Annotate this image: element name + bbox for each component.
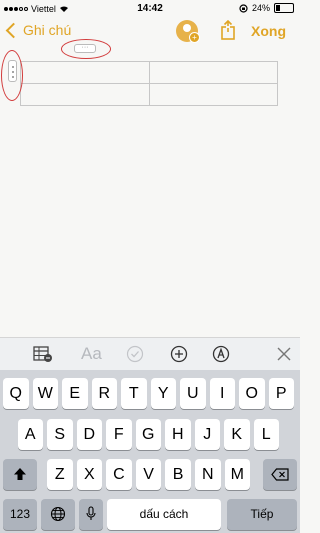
markup-icon[interactable] xyxy=(212,345,230,363)
key-b[interactable]: B xyxy=(165,459,191,490)
space-key[interactable]: dấu cách xyxy=(107,499,221,530)
key-a[interactable]: A xyxy=(17,419,43,450)
shift-key[interactable] xyxy=(3,459,37,490)
key-t[interactable]: T xyxy=(121,378,147,409)
globe-key[interactable] xyxy=(41,499,75,530)
text-format-button[interactable]: Aa xyxy=(81,344,102,364)
key-h[interactable]: H xyxy=(165,419,191,450)
key-s[interactable]: S xyxy=(47,419,73,450)
key-o[interactable]: O xyxy=(239,378,265,409)
key-z[interactable]: Z xyxy=(47,459,73,490)
share-icon[interactable] xyxy=(220,20,236,40)
dictation-key[interactable] xyxy=(79,499,103,530)
numbers-key[interactable]: 123 xyxy=(3,499,37,530)
key-l[interactable]: L xyxy=(253,419,279,450)
close-icon[interactable] xyxy=(277,347,291,361)
rotation-lock-icon xyxy=(239,3,248,13)
checklist-icon[interactable] xyxy=(126,345,144,363)
key-j[interactable]: J xyxy=(194,419,220,450)
column-handle-highlight xyxy=(61,39,111,59)
key-d[interactable]: D xyxy=(76,419,102,450)
plus-badge-icon: + xyxy=(189,32,200,43)
battery-percent: 24% xyxy=(251,3,270,13)
key-w[interactable]: W xyxy=(32,378,58,409)
key-c[interactable]: C xyxy=(106,459,132,490)
key-r[interactable]: R xyxy=(91,378,117,409)
note-table[interactable] xyxy=(20,61,278,106)
done-button[interactable]: Xong xyxy=(251,23,286,39)
key-p[interactable]: P xyxy=(268,378,294,409)
add-icon[interactable] xyxy=(170,345,188,363)
table-icon[interactable] xyxy=(33,346,53,363)
key-f[interactable]: F xyxy=(106,419,132,450)
globe-icon xyxy=(50,506,66,522)
back-label: Ghi chú xyxy=(23,22,72,38)
key-y[interactable]: Y xyxy=(150,378,176,409)
return-key[interactable]: Tiếp xyxy=(227,499,297,530)
status-bar: Viettel 14:42 24% xyxy=(0,0,300,18)
backspace-icon xyxy=(271,468,289,481)
key-x[interactable]: X xyxy=(76,459,103,490)
key-i[interactable]: I xyxy=(209,378,235,409)
key-k[interactable]: K xyxy=(224,419,250,450)
chevron-left-icon xyxy=(5,22,22,39)
shift-icon xyxy=(14,468,26,480)
delete-key[interactable] xyxy=(263,459,297,490)
battery-icon xyxy=(274,3,294,13)
key-g[interactable]: G xyxy=(135,419,161,450)
key-u[interactable]: U xyxy=(180,378,206,409)
keyboard: QWERTYUIOP ASDFGHJKL ZXCVBNM 123 dấu các… xyxy=(0,370,300,533)
status-right: 24% xyxy=(239,3,294,13)
row-handle-highlight xyxy=(1,50,23,101)
key-q[interactable]: Q xyxy=(3,378,29,409)
microphone-icon xyxy=(86,506,96,520)
table-row-divider xyxy=(21,83,277,84)
back-button[interactable]: Ghi chú xyxy=(5,22,72,39)
key-m[interactable]: M xyxy=(224,459,251,490)
format-toolbar: Aa xyxy=(0,337,300,371)
navigation-bar: Ghi chú + Xong xyxy=(0,18,300,46)
key-v[interactable]: V xyxy=(135,459,162,490)
add-people-button[interactable]: + xyxy=(176,20,200,43)
person-icon xyxy=(183,24,191,32)
key-n[interactable]: N xyxy=(195,459,221,490)
key-e[interactable]: E xyxy=(62,378,88,409)
